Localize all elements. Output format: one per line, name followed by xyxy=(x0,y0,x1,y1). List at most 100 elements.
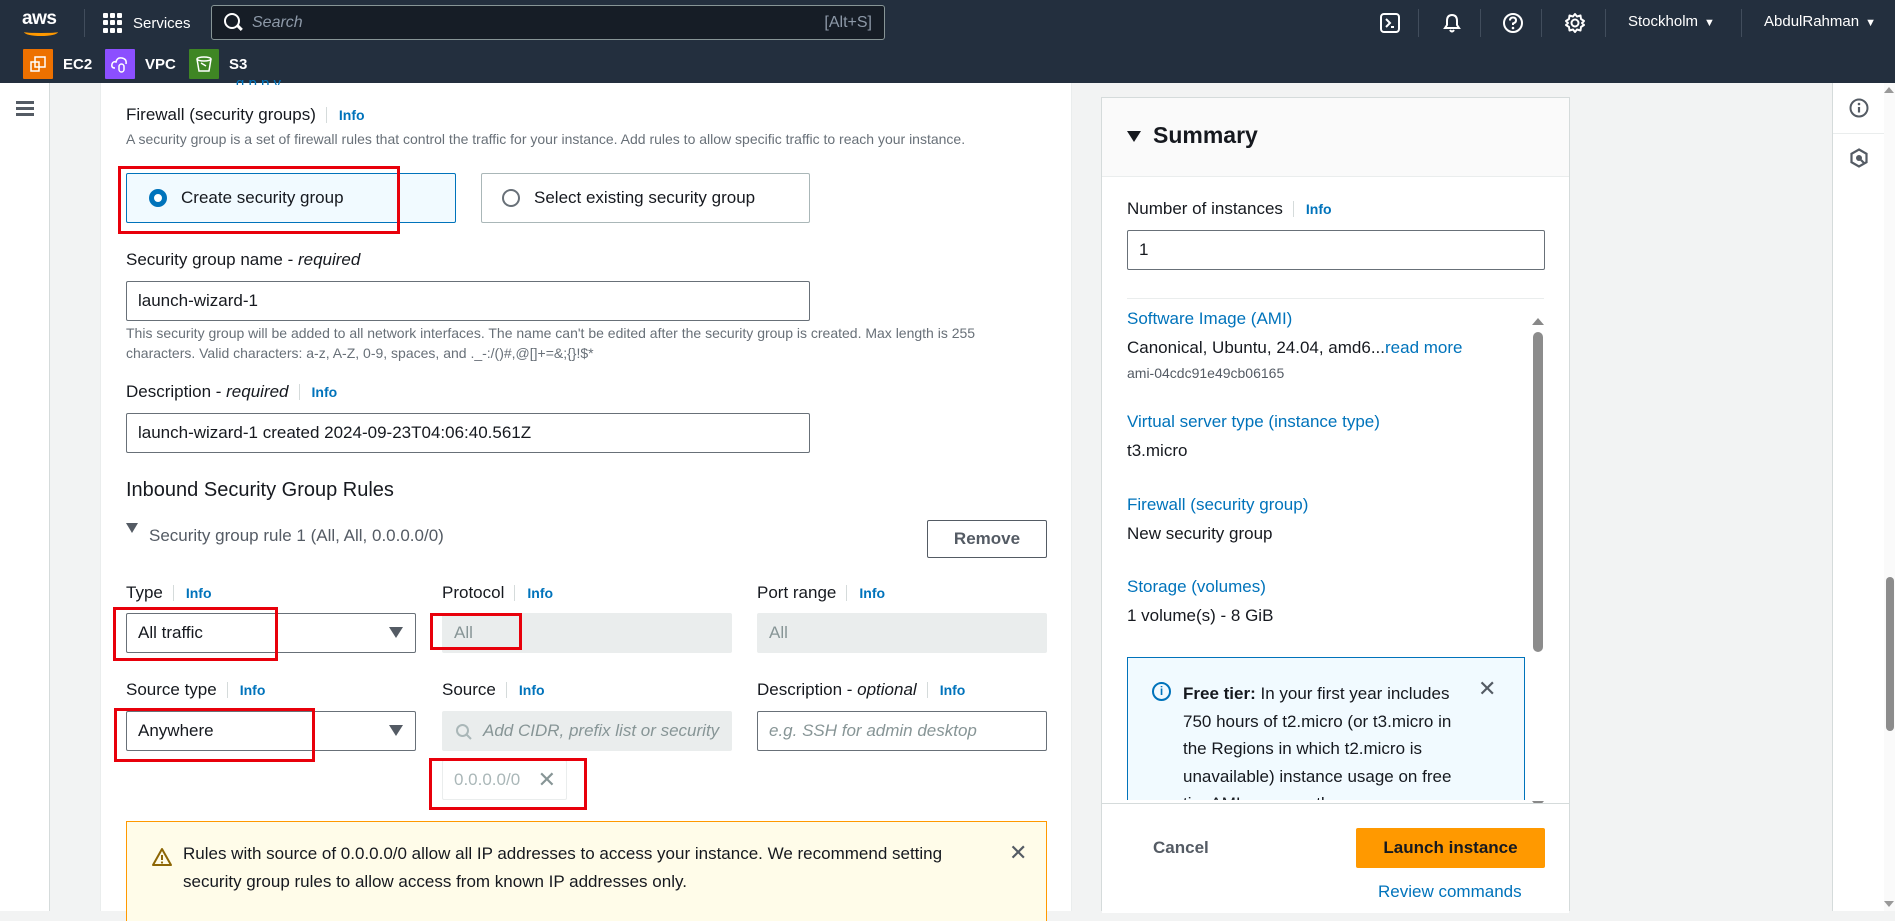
ami-link[interactable]: Software Image (AMI) xyxy=(1127,309,1292,329)
firewall-summary-value: New security group xyxy=(1127,524,1273,543)
launch-instance-button[interactable]: Launch instance xyxy=(1356,828,1545,868)
divider xyxy=(1480,9,1481,37)
favorite-ec2[interactable]: EC2 xyxy=(23,49,92,79)
firewall-label: Firewall (security groups) Info xyxy=(126,105,365,125)
scroll-up-arrow[interactable] xyxy=(1884,87,1894,93)
firewall-title: Firewall (security groups) xyxy=(126,105,316,124)
search-placeholder: Search xyxy=(252,14,303,31)
source-label-text: Source xyxy=(442,680,496,699)
source-type-select[interactable]: Anywhere xyxy=(126,711,416,751)
summary-title: Summary xyxy=(1153,122,1258,148)
open-access-warning: Rules with source of 0.0.0.0/0 allow all… xyxy=(126,821,1047,921)
scroll-up-arrow[interactable] xyxy=(1532,318,1544,325)
port-range-info-link[interactable]: Info xyxy=(846,585,886,601)
cancel-button[interactable]: Cancel xyxy=(1153,838,1209,858)
remove-token-icon[interactable]: ✕ xyxy=(538,767,556,793)
menu-icon[interactable] xyxy=(16,101,34,116)
dismiss-warning-icon[interactable]: ✕ xyxy=(1009,840,1027,866)
search-shortcut: [Alt+S] xyxy=(824,14,872,31)
source-search-input[interactable]: Add CIDR, prefix list or security xyxy=(442,711,732,751)
tools-panel xyxy=(1832,83,1884,911)
favorite-s3[interactable]: S3 xyxy=(189,49,248,79)
radio-selected[interactable] xyxy=(149,189,167,207)
divider xyxy=(1605,9,1606,37)
port-range-input: All xyxy=(757,613,1047,653)
scroll-thumb[interactable] xyxy=(1533,332,1543,652)
number-of-instances-input[interactable]: 1 xyxy=(1127,230,1545,270)
source-placeholder: Add CIDR, prefix list or security xyxy=(483,721,720,740)
warning-text: Rules with source of 0.0.0.0/0 allow all… xyxy=(183,844,943,891)
instances-label: Number of instances Info xyxy=(1127,199,1332,219)
divider xyxy=(1741,9,1742,37)
info-icon[interactable] xyxy=(1849,98,1869,118)
scroll-down-arrow[interactable] xyxy=(1884,901,1894,907)
type-info-link[interactable]: Info xyxy=(172,585,212,601)
required-marker: required xyxy=(226,382,289,401)
search-icon xyxy=(456,724,472,740)
divider xyxy=(84,9,85,37)
services-menu-button[interactable]: Services xyxy=(103,12,191,34)
security-group-name-input[interactable]: launch-wizard-1 xyxy=(126,281,810,321)
dismiss-free-tier-icon[interactable]: ✕ xyxy=(1478,676,1496,702)
sg-name-label: Security group name - required xyxy=(126,250,360,270)
dropdown-arrow-icon xyxy=(389,725,403,736)
firewall-summary-link[interactable]: Firewall (security group) xyxy=(1127,495,1308,515)
summary-scrollbar[interactable] xyxy=(1532,318,1544,808)
region-label: Stockholm xyxy=(1628,13,1699,30)
info-icon: i xyxy=(1152,682,1171,701)
create-security-group-option[interactable]: Create security group xyxy=(126,173,456,223)
page-scrollbar[interactable] xyxy=(1884,83,1895,911)
ec2-icon xyxy=(23,49,53,79)
expand-caret-icon[interactable] xyxy=(126,523,138,533)
create-security-group-label: Create security group xyxy=(181,188,344,207)
storage-link[interactable]: Storage (volumes) xyxy=(1127,577,1266,597)
protocol-info-link[interactable]: Info xyxy=(514,585,554,601)
help-icon[interactable] xyxy=(1500,10,1526,36)
collapse-caret-icon[interactable] xyxy=(1127,131,1141,142)
type-select[interactable]: All traffic xyxy=(126,613,416,653)
remove-rule-button[interactable]: Remove xyxy=(927,520,1047,558)
rule-1-title[interactable]: Security group rule 1 (All, All, 0.0.0.0… xyxy=(149,526,444,546)
user-name: AbdulRahman xyxy=(1764,13,1860,30)
sg-name-help: This security group will be added to all… xyxy=(126,325,976,361)
summary-footer: Cancel Launch instance Review commands xyxy=(1102,803,1569,913)
review-commands-link[interactable]: Review commands xyxy=(1378,882,1522,902)
protocol-label-text: Protocol xyxy=(442,583,505,602)
source-info-link[interactable]: Info xyxy=(505,682,545,698)
aws-logo-text: aws xyxy=(22,8,57,29)
bell-icon[interactable] xyxy=(1439,10,1465,36)
firewall-info-link[interactable]: Info xyxy=(325,107,365,123)
caret-down-icon: ▼ xyxy=(1865,17,1876,29)
radio-unselected[interactable] xyxy=(502,189,520,207)
region-selector[interactable]: Stockholm ▼ xyxy=(1628,13,1715,30)
account-menu[interactable]: AbdulRahman ▼ xyxy=(1764,13,1876,30)
sg-name-label-text: Security group name - xyxy=(126,250,298,269)
aws-logo[interactable]: aws xyxy=(22,8,62,36)
source-type-info-link[interactable]: Info xyxy=(226,682,266,698)
feedback-icon[interactable] xyxy=(1849,148,1869,168)
instance-type-link[interactable]: Virtual server type (instance type) xyxy=(1127,412,1380,432)
read-more-link[interactable]: read more xyxy=(1385,338,1462,357)
security-group-description-input[interactable]: launch-wizard-1 created 2024-09-23T04:06… xyxy=(126,413,810,453)
storage-value: 1 volume(s) - 8 GiB xyxy=(1127,606,1274,625)
favorite-vpc[interactable]: VPC xyxy=(105,49,176,79)
instances-info-link[interactable]: Info xyxy=(1292,201,1332,217)
port-range-label-text: Port range xyxy=(757,583,837,602)
caret-down-icon: ▼ xyxy=(1704,17,1715,29)
rule-description-input[interactable]: e.g. SSH for admin desktop xyxy=(757,711,1047,751)
search-icon xyxy=(224,13,240,29)
search-input[interactable]: Search [Alt+S] xyxy=(211,5,885,40)
optional-marker: optional xyxy=(857,680,917,699)
source-label: Source Info xyxy=(442,680,545,700)
scroll-thumb[interactable] xyxy=(1886,577,1894,731)
vpc-label: VPC xyxy=(145,55,176,73)
cloudshell-icon[interactable] xyxy=(1377,10,1403,36)
summary-header[interactable]: Summary xyxy=(1102,98,1569,177)
s3-label: S3 xyxy=(229,55,248,73)
top-navigation: aws Services Search [Alt+S] Stockholm ▼ A… xyxy=(0,0,1895,83)
instances-label-text: Number of instances xyxy=(1127,199,1283,218)
gear-icon[interactable] xyxy=(1562,10,1588,36)
rule-description-info-link[interactable]: Info xyxy=(926,682,966,698)
description-info-link[interactable]: Info xyxy=(298,384,338,400)
select-existing-security-group-option[interactable]: Select existing security group xyxy=(481,173,810,223)
